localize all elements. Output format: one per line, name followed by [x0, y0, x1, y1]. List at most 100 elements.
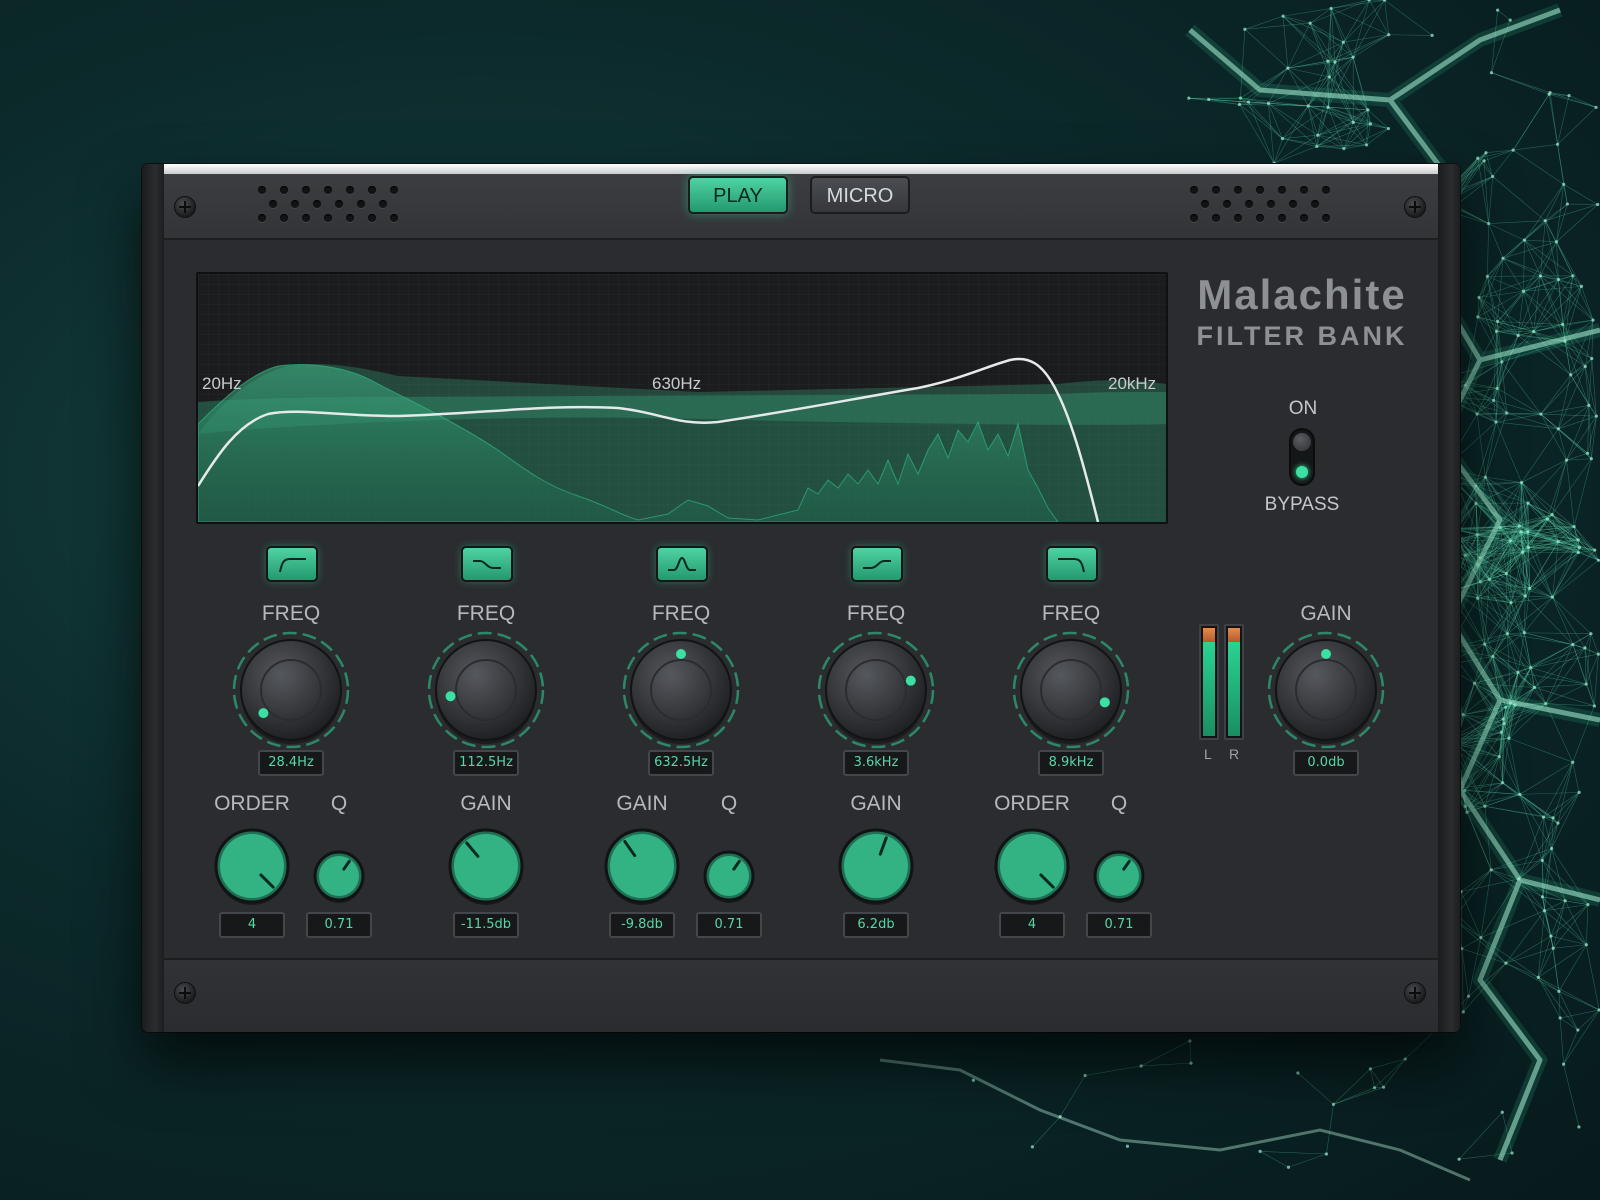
band-5-freq-knob[interactable]	[1011, 630, 1131, 754]
knob-graphic	[232, 631, 350, 749]
band-3-q-value[interactable]: 0.71	[696, 912, 762, 938]
freq-label-high: 20kHz	[1108, 374, 1157, 393]
band-4-freq-value[interactable]: 3.6kHz	[843, 750, 909, 776]
output-gain-knob[interactable]	[1266, 630, 1386, 754]
meter-left-label: L	[1204, 746, 1212, 762]
high-shelf-filter-icon	[863, 560, 891, 569]
band-1-order-knob[interactable]	[212, 826, 292, 910]
band-2-gain-label: GAIN	[460, 792, 512, 815]
bell-filter-icon	[668, 556, 696, 571]
band-1-freq-label: FREQ	[261, 602, 321, 625]
spectrum-display[interactable]: 20Hz 630Hz 20kHz	[196, 272, 1168, 524]
band-2-freq-value[interactable]: 112.5Hz	[453, 750, 519, 776]
grille-hole	[1234, 186, 1242, 194]
meter-left	[1199, 624, 1219, 740]
grille-hole	[346, 214, 354, 222]
band-3-filter-type-button[interactable]	[656, 546, 708, 582]
grille-hole	[1300, 214, 1308, 222]
grille-hole	[324, 214, 332, 222]
knob-graphic	[1093, 850, 1145, 903]
band-5-q-value[interactable]: 0.71	[1086, 912, 1152, 938]
brand-block: Malachite FILTER BANK	[1186, 270, 1418, 352]
grille-hole	[258, 214, 266, 222]
band-1-order-value[interactable]: 4	[219, 912, 285, 938]
band-2-filter-type-button[interactable]	[461, 546, 513, 582]
band-2-gain-knob[interactable]	[446, 826, 526, 910]
grille-hole	[291, 200, 299, 208]
band-3-freq-knob[interactable]	[621, 630, 741, 754]
meter-right-level	[1228, 640, 1240, 736]
bypass-label: BYPASS	[1264, 494, 1340, 515]
knob-graphic	[604, 828, 680, 905]
band-1-q-knob[interactable]	[311, 848, 367, 908]
grille-hole	[368, 186, 376, 194]
band-1-q-value[interactable]: 0.71	[306, 912, 372, 938]
knob-graphic	[817, 631, 935, 749]
brand-title: Malachite	[1197, 271, 1407, 318]
band-5-freq-label: FREQ	[1041, 602, 1101, 625]
knob-graphic	[427, 631, 545, 749]
band-2-freq-label: FREQ	[456, 602, 516, 625]
speaker-grille-right	[1190, 184, 1340, 228]
band-5-q-label: Q	[1110, 792, 1128, 815]
band-5-order-knob[interactable]	[992, 826, 1072, 910]
micro-button[interactable]: MICRO	[810, 176, 910, 214]
band-5-order-value[interactable]: 4	[999, 912, 1065, 938]
right-side-rail	[1438, 164, 1460, 1032]
grille-hole	[1201, 200, 1209, 208]
band-5-filter-type-button[interactable]	[1046, 546, 1098, 582]
grille-hole	[280, 214, 288, 222]
brand-subtitle: FILTER BANK	[1196, 321, 1408, 351]
band-3-gain-value[interactable]: -9.8db	[609, 912, 675, 938]
grille-hole	[1256, 186, 1264, 194]
output-gain-value[interactable]: 0.0db	[1293, 750, 1359, 776]
grille-hole	[1278, 186, 1286, 194]
band-3-freq-value[interactable]: 632.5Hz	[648, 750, 714, 776]
grille-hole	[1322, 186, 1330, 194]
band-1-q-label: Q	[330, 792, 348, 815]
band-2-gain-value[interactable]: -11.5db	[453, 912, 519, 938]
band-4-gain-knob[interactable]	[836, 826, 916, 910]
band-5-freq-value[interactable]: 8.9kHz	[1038, 750, 1104, 776]
grille-hole	[1256, 214, 1264, 222]
meter-left-level	[1203, 640, 1215, 736]
band-3-q-knob[interactable]	[701, 848, 757, 908]
bypass-led-icon	[1296, 466, 1308, 478]
grille-hole	[1212, 214, 1220, 222]
band-1-filter-type-button[interactable]	[266, 546, 318, 582]
speaker-grille-left	[258, 184, 408, 228]
grille-hole	[1311, 200, 1319, 208]
play-button[interactable]: PLAY	[688, 176, 788, 214]
meter-left-peak	[1203, 628, 1215, 642]
band-4-freq-knob[interactable]	[816, 630, 936, 754]
grille-hole	[313, 200, 321, 208]
knob-graphic	[994, 828, 1070, 905]
knob-graphic	[838, 828, 914, 905]
band-2-freq-knob[interactable]	[426, 630, 546, 754]
grille-hole	[390, 214, 398, 222]
spectrum-graph	[198, 357, 1166, 522]
grille-hole	[1300, 186, 1308, 194]
band-4-gain-label: GAIN	[850, 792, 902, 815]
screw-icon	[1404, 196, 1426, 218]
grille-hole	[346, 186, 354, 194]
band-4-gain-value[interactable]: 6.2db	[843, 912, 909, 938]
grille-hole	[302, 214, 310, 222]
grille-hole	[368, 214, 376, 222]
band-1-freq-value[interactable]: 28.4Hz	[258, 750, 324, 776]
band-1-freq-knob[interactable]	[231, 630, 351, 754]
knob-graphic	[622, 631, 740, 749]
grille-hole	[335, 200, 343, 208]
meter-right-peak	[1228, 628, 1240, 642]
screw-icon	[1404, 982, 1426, 1004]
bypass-toggle-switch[interactable]	[1289, 428, 1315, 486]
grille-hole	[1289, 200, 1297, 208]
grille-hole	[258, 186, 266, 194]
hex-ribbon-bottom	[879, 1058, 1471, 1182]
knob-graphic	[703, 850, 755, 903]
band-4-filter-type-button[interactable]	[851, 546, 903, 582]
band-3-gain-knob[interactable]	[602, 826, 682, 910]
knob-graphic	[1012, 631, 1130, 749]
band-5-q-knob[interactable]	[1091, 848, 1147, 908]
grille-hole	[1267, 200, 1275, 208]
